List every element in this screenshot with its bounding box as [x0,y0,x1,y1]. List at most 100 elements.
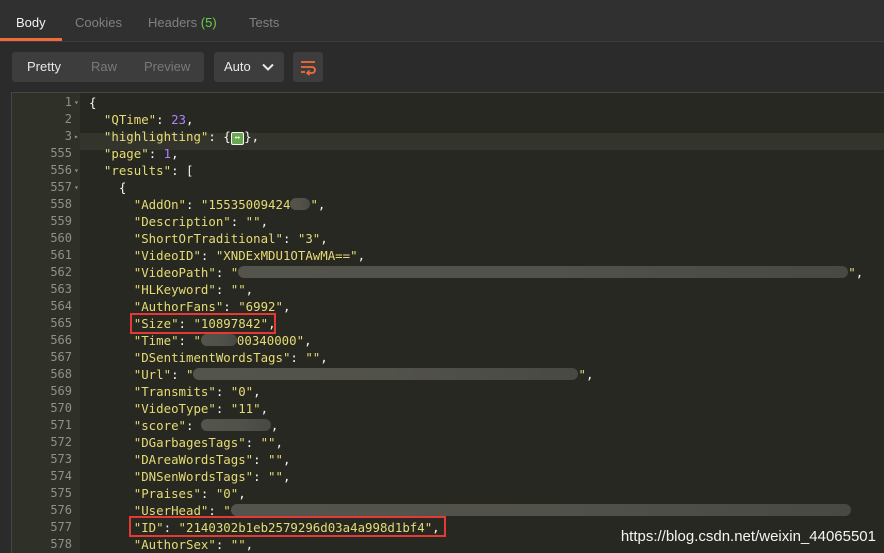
colon: : [208,129,224,144]
line-number: 3 [64,129,72,143]
comma: , [238,486,246,501]
code-content: "VideoPath": " ", [89,264,863,281]
json-key: "DGarbagesTags" [133,435,246,450]
comma: , [282,299,291,314]
comma: , [320,350,328,365]
code-content: "VideoType": "11", [89,400,268,417]
colon: : [171,367,186,382]
tab-body-label: Body [16,15,46,30]
fold-arrow-icon[interactable]: ▾ [74,94,79,111]
code-content: "AddOn": "15535009424 ", [89,196,326,213]
tab-tests[interactable]: Tests [249,0,279,42]
comma: , [320,231,328,246]
comma: , [585,367,594,382]
line-number: 577 [50,520,72,534]
json-key: "AuthorFans" [133,299,224,314]
preview-button[interactable]: Preview [144,52,190,82]
colon: : [185,418,201,433]
code-line: 566 "Time": " 00340000", [12,332,884,349]
json-string: "3" [297,231,321,246]
format-select[interactable]: Auto [214,52,284,82]
redacted-blur [193,368,579,380]
json-string: "" [230,282,246,297]
code-content: "score": , [89,417,279,434]
json-key: "Url" [133,367,172,382]
code-line: 1 ▾ { [12,94,884,111]
raw-button[interactable]: Raw [91,52,117,82]
tab-headers-label: Headers [148,15,198,30]
tab-headers[interactable]: Headers (5) [148,0,217,42]
json-key: "results" [103,163,172,178]
code-content: "Url": " ", [89,366,594,383]
response-body-editor[interactable]: 1 ▾{2 "QTime": 23, 3 ▸ "highlighting": {↔},… [11,92,884,553]
body-toolbar: Pretty Raw Preview Auto [0,42,884,92]
json-string: "6992" [238,299,283,314]
pretty-button[interactable]: Pretty [27,52,61,82]
colon: : [245,435,261,450]
colon: : [200,248,216,263]
code-line: 560 "ShortOrTraditional": "3", [12,230,884,247]
code-line: 556 ▾ "results": [ [12,162,884,179]
line-number: 558 [50,197,72,211]
json-string: " [186,367,194,382]
comma: , [260,401,269,416]
bracket: { [223,129,231,144]
line-number: 2 [64,112,72,126]
code-line: 562 "VideoPath": " ", [12,264,884,281]
colon: : [215,537,231,552]
json-string: "" [260,435,276,450]
json-key: "highlighting" [103,129,209,144]
fold-arrow-icon[interactable]: ▾ [74,162,79,179]
collapsed-object-icon[interactable]: ↔ [230,132,245,145]
json-key: "HLKeyword" [133,282,216,297]
line-number: 566 [50,333,72,347]
colon: : [200,486,216,501]
colon: : [253,469,269,484]
response-tabs: Body Cookies Headers (5) Tests [0,0,884,42]
code-line: 555 "page": 1, [12,145,884,162]
fold-arrow-icon[interactable]: ▸ [74,128,79,145]
headers-count-badge: (5) [200,15,217,30]
colon: : [230,214,246,229]
bracket: { [118,180,127,195]
code-line: 570 "VideoType": "11", [12,400,884,417]
comma: , [171,146,179,161]
code-line: 573 "DAreaWordsTags": "", [12,451,884,468]
json-key: "Description" [133,214,231,229]
code-line: 568 "Url": " ", [12,366,884,383]
tab-cookies[interactable]: Cookies [75,0,122,42]
line-number: 568 [50,367,72,381]
code-content: "DGarbagesTags": "", [89,434,283,451]
code-line: 574 "DNSenWordsTags": "", [12,468,884,485]
json-string: "15535009424 [200,197,291,212]
line-number: 559 [50,214,72,228]
bracket: { [89,95,97,110]
colon: : [253,452,269,467]
line-number: 562 [50,265,72,279]
json-string: "" [245,214,261,229]
code-content: "VideoID": "XNDExMDU1OTAwMA==", [89,247,365,264]
redacted-blur [200,419,271,431]
line-number: 556 [50,163,72,177]
format-select-value: Auto [224,59,251,74]
comma: , [282,469,291,484]
colon: : [290,350,306,365]
code-content: "AuthorSex": "", [89,536,253,553]
tab-tests-label: Tests [249,15,280,30]
colon: : [178,333,194,348]
fold-arrow-icon[interactable]: ▾ [74,179,79,196]
wrap-lines-button[interactable] [293,52,323,82]
code-line: 571 "score": , [12,417,884,434]
comma: , [304,333,312,348]
json-string: "0" [230,384,254,399]
redacted-blur [290,198,311,210]
tab-body[interactable]: Body [16,0,46,42]
line-number: 1 [64,95,72,109]
code-content: "Praises": "0", [89,485,246,502]
